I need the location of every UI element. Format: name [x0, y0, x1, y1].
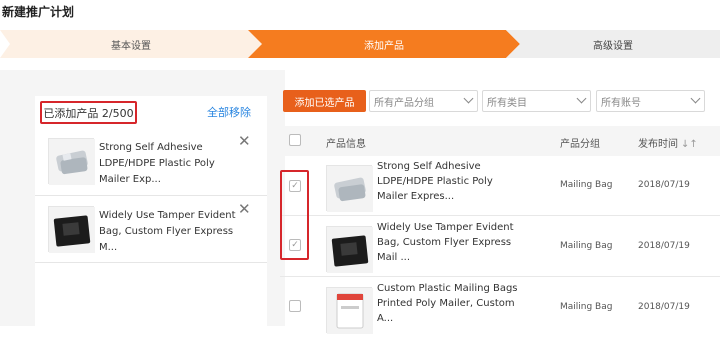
close-icon[interactable]: ✕: [238, 134, 251, 149]
product-group: Mailing Bag: [560, 180, 613, 190]
account-select[interactable]: 所有账号: [596, 90, 705, 112]
publish-date: 2018/07/19: [638, 180, 690, 190]
page-title: 新建推广计划: [2, 5, 75, 19]
steps-bar: 基本设置 添加产品 高级设置: [0, 30, 720, 58]
header-publish-date-label: 发布时间: [638, 139, 678, 150]
publish-date: 2018/07/19: [638, 302, 690, 312]
product-thumbnail: [48, 138, 95, 185]
table-row[interactable]: Custom Plastic Mailing Bags Printed Poly…: [280, 278, 720, 338]
add-selected-products-button[interactable]: 添加已选产品: [283, 90, 366, 112]
product-thumbnail: [326, 165, 373, 212]
divider: [35, 262, 267, 263]
table-header: 产品信息 产品分组 发布时间 ↓↑: [280, 126, 720, 156]
product-group-select-value: 所有产品分组: [374, 97, 434, 109]
chevron-down-icon: [690, 93, 701, 104]
added-product-item: Widely Use Tamper Evident Bag, Custom Fl…: [40, 200, 264, 262]
table-row[interactable]: ✓ Strong Self Adhesive LDPE/HDPE Plastic…: [280, 156, 720, 216]
table-row[interactable]: ✓ Widely Use Tamper Evident Bag, Custom …: [280, 217, 720, 277]
product-title[interactable]: Custom Plastic Mailing Bags Printed Poly…: [377, 281, 525, 326]
product-group: Mailing Bag: [560, 241, 613, 251]
product-group: Mailing Bag: [560, 302, 613, 312]
remove-all-link[interactable]: 全部移除: [207, 104, 251, 120]
added-product-title: Strong Self Adhesive LDPE/HDPE Plastic P…: [99, 142, 215, 185]
chevron-down-icon: [576, 93, 587, 104]
added-products-count: 已添加产品 2/500: [40, 101, 137, 124]
account-select-value: 所有账号: [601, 97, 641, 109]
product-group-select[interactable]: 所有产品分组: [369, 90, 478, 112]
step-basic-settings[interactable]: 基本设置: [0, 30, 262, 58]
product-thumbnail: [48, 206, 95, 253]
step-advanced-settings[interactable]: 高级设置: [506, 30, 720, 58]
row-checkbox[interactable]: [289, 300, 301, 312]
product-title[interactable]: Strong Self Adhesive LDPE/HDPE Plastic P…: [377, 159, 525, 204]
select-all-checkbox[interactable]: [289, 134, 301, 146]
product-title[interactable]: Widely Use Tamper Evident Bag, Custom Fl…: [377, 220, 525, 265]
checked-rows-highlight: [280, 170, 309, 260]
chevron-down-icon: [463, 93, 474, 104]
publish-date: 2018/07/19: [638, 241, 690, 251]
added-product-item: Strong Self Adhesive LDPE/HDPE Plastic P…: [40, 132, 264, 194]
header-product-info: 产品信息: [326, 139, 366, 150]
header-publish-date[interactable]: 发布时间 ↓↑: [638, 135, 698, 150]
step-add-products[interactable]: 添加产品: [248, 30, 520, 58]
category-select[interactable]: 所有类目: [482, 90, 591, 112]
close-icon[interactable]: ✕: [238, 202, 251, 217]
added-product-title: Widely Use Tamper Evident Bag, Custom Fl…: [99, 210, 236, 253]
category-select-value: 所有类目: [487, 97, 527, 109]
header-product-group: 产品分组: [560, 139, 600, 150]
sort-icon[interactable]: ↓↑: [681, 139, 698, 150]
product-thumbnail: [326, 226, 373, 273]
product-thumbnail: [326, 287, 373, 334]
divider: [35, 195, 267, 196]
